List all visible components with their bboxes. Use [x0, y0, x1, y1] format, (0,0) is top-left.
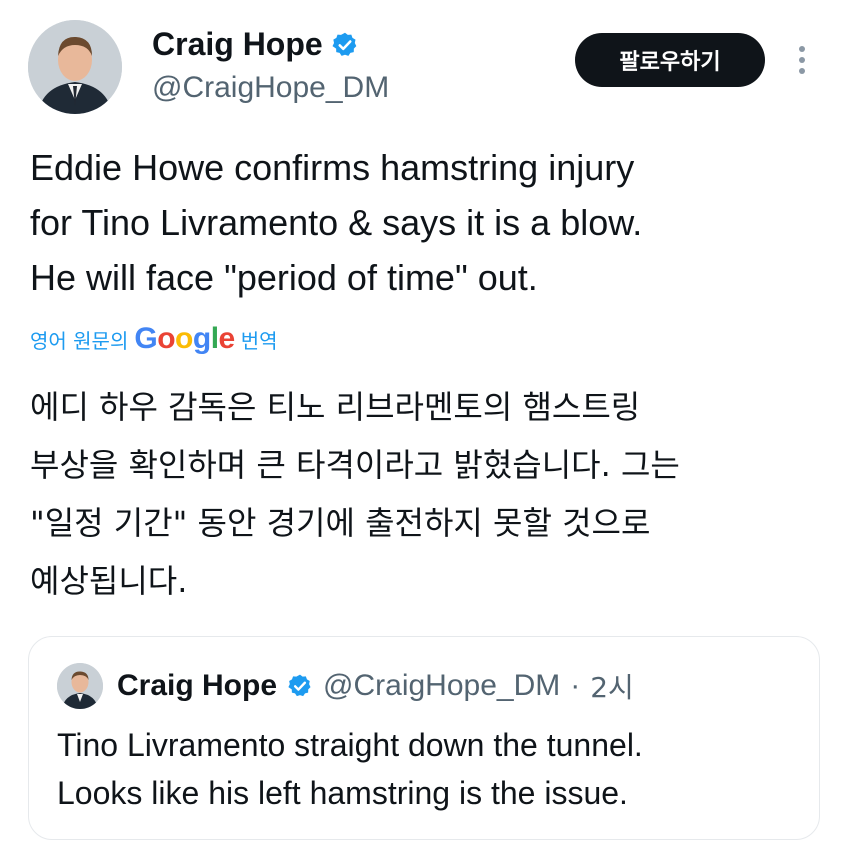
google-letter: G: [134, 322, 158, 355]
quoted-tweet-card[interactable]: Craig Hope @CraigHope_DM · 2시 Tino Livra…: [28, 636, 820, 840]
verified-badge-icon[interactable]: [331, 31, 359, 59]
quoted-author-handle: @CraigHope_DM: [323, 669, 561, 702]
translate-header[interactable]: 영어 원문의 Google 번역: [30, 322, 278, 356]
more-dot: [799, 57, 805, 63]
google-letter: g: [192, 322, 211, 355]
follow-button[interactable]: 팔로우하기: [575, 33, 765, 87]
author-name[interactable]: Craig Hope: [152, 26, 323, 63]
google-letter: e: [218, 322, 236, 355]
more-dot: [799, 68, 805, 74]
author-handle[interactable]: @CraigHope_DM: [152, 71, 389, 105]
avatar-photo: [28, 20, 122, 114]
meta-separator: ·: [570, 669, 581, 702]
google-letter: l: [210, 322, 219, 355]
quoted-author-name: Craig Hope: [117, 669, 278, 702]
google-letter: o: [175, 322, 193, 355]
author-avatar[interactable]: [28, 20, 122, 114]
more-vertical-icon[interactable]: [790, 40, 814, 80]
translate-suffix: 번역: [240, 328, 278, 353]
google-logo: Google: [134, 322, 236, 356]
quoted-tweet-time: 2시: [590, 671, 634, 704]
quoted-tweet-header: Craig Hope @CraigHope_DM · 2시: [57, 663, 634, 709]
quoted-tweet-text: Tino Livramento straight down the tunnel…: [57, 727, 643, 811]
author-block: Craig Hope @CraigHope_DM: [152, 26, 389, 105]
tweet-text: Eddie Howe confirms hamstring injury for…: [30, 147, 643, 298]
author-name-row: Craig Hope: [152, 26, 389, 63]
translated-text: 에디 하우 감독은 티노 리브라멘토의 햄스트링 부상을 확인하며 큰 타격이라…: [30, 388, 680, 600]
translate-prefix: 영어 원문의: [30, 328, 129, 353]
quoted-author-avatar: [57, 663, 103, 709]
more-dot: [799, 46, 805, 52]
verified-badge-icon: [287, 673, 313, 699]
google-letter: o: [157, 322, 176, 355]
